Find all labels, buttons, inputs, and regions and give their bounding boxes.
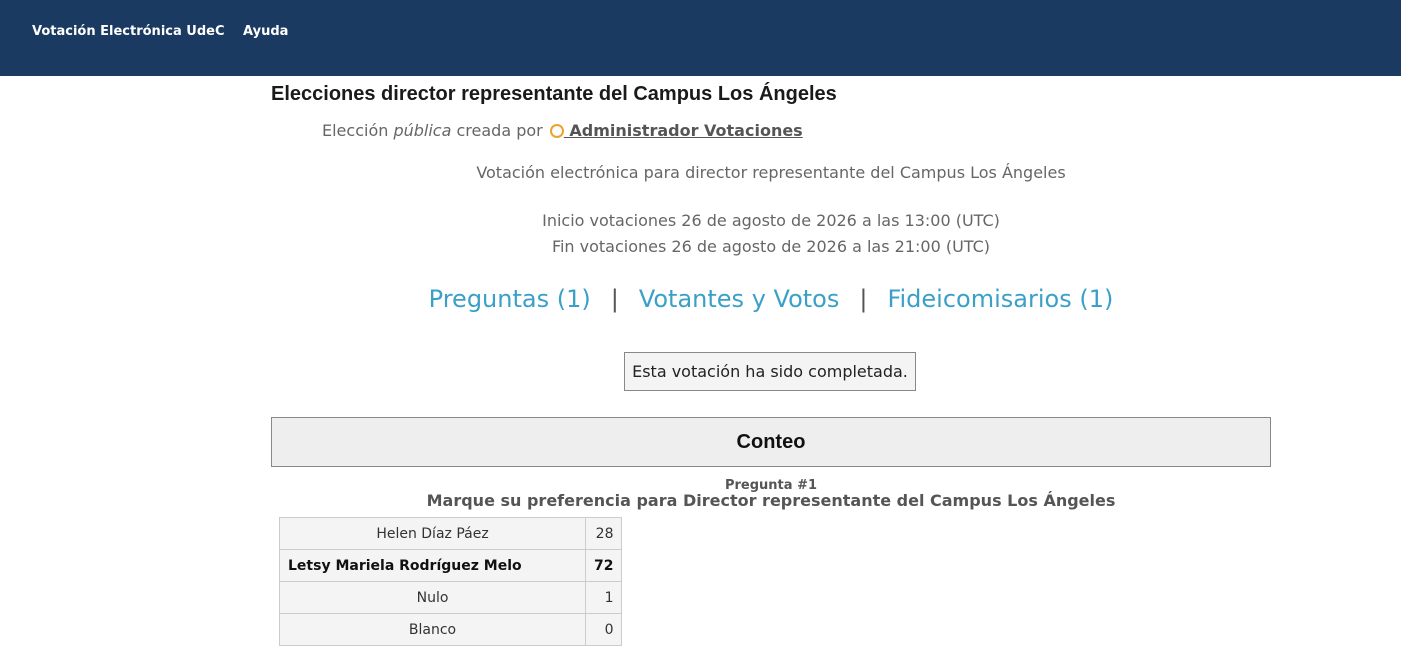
candidate-name: Blanco [279, 613, 586, 646]
vote-count: 72 [584, 549, 623, 582]
creator-link[interactable]: Administrador Votaciones [564, 121, 802, 140]
tally-heading: Conteo [271, 417, 1271, 467]
table-row: Letsy Mariela Rodríguez Melo 72 [279, 549, 623, 582]
created-mid: creada por [451, 121, 548, 140]
table-row: Blanco 0 [279, 613, 623, 646]
vote-count: 0 [584, 613, 623, 646]
trustees-link[interactable]: Fideicomisarios (1) [887, 285, 1113, 313]
table-row: Helen Díaz Páez 28 [279, 517, 623, 550]
results-table: Helen Díaz Páez 28 Letsy Mariela Rodrígu… [279, 517, 623, 646]
candidate-name: Letsy Mariela Rodríguez Melo [279, 549, 586, 582]
table-row: Nulo 1 [279, 581, 623, 614]
candidate-name: Nulo [279, 581, 586, 614]
user-icon [549, 124, 564, 138]
voting-start: Inicio votaciones 26 de agosto de 2026 a… [542, 211, 1000, 230]
vote-count: 28 [584, 517, 623, 550]
election-creator-line: Elección pública creada por Administrado… [322, 121, 803, 140]
nav-home-link[interactable]: Votación Electrónica UdeC [32, 24, 225, 39]
status-message: Esta votación ha sido completada. [624, 352, 916, 391]
questions-link[interactable]: Preguntas (1) [429, 285, 591, 313]
voters-link[interactable]: Votantes y Votos [639, 285, 840, 313]
link-separator: | [859, 285, 868, 313]
voting-end: Fin votaciones 26 de agosto de 2026 a la… [551, 237, 991, 256]
vote-count: 1 [584, 581, 623, 614]
election-visibility: pública [393, 121, 452, 140]
top-navbar: Votación Electrónica UdeC Ayuda [0, 0, 1401, 76]
link-separator: | [610, 285, 619, 313]
election-description: Votación electrónica para director repre… [476, 163, 1066, 182]
nav-help-link[interactable]: Ayuda [243, 24, 288, 39]
question-text: Marque su preferencia para Director repr… [426, 491, 1116, 510]
created-prefix: Elección [322, 121, 394, 140]
page-title: Elecciones director representante del Ca… [271, 83, 837, 105]
candidate-name: Helen Díaz Páez [279, 517, 586, 550]
election-links: Preguntas (1) | Votantes y Votos | Fideicomi… [271, 285, 1271, 313]
